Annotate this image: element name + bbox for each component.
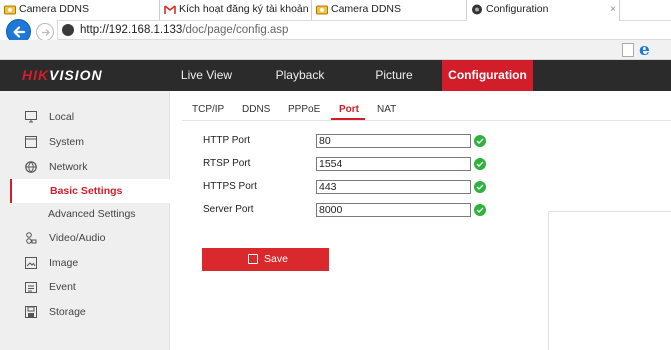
browser-tab-camera-ddns-2[interactable]: Camera DDNS [312,0,467,20]
sidebar-item-label: Local [49,111,75,123]
sidebar-item-image[interactable]: Image [10,251,170,275]
event-icon [25,282,37,293]
arrow-right-icon [42,29,50,36]
sidebar-item-storage[interactable]: Storage [10,300,170,324]
sidebar-item-label: Image [49,257,79,269]
rtsp-port-label: RTSP Port [203,158,251,169]
sidebar-item-label: Advanced Settings [48,208,136,220]
save-label: Save [264,253,288,265]
sidebar-item-label: System [49,136,85,148]
browser-tab-strip [0,40,671,60]
browser-tab-camera-ddns-1[interactable]: Camera DDNS [0,0,160,20]
https-port-valid-check-icon [474,181,486,193]
system-icon [25,136,37,148]
sidebar-item-local[interactable]: Local [10,105,170,129]
server-port-label: Server Port [203,204,254,215]
forward-button[interactable] [36,23,54,41]
sidebar-item-label: Storage [49,306,86,318]
sidebar-item-event[interactable]: Event [10,275,170,299]
hikvision-logo: HIKVISION [22,67,103,83]
url-field[interactable]: http://192.168.1.133/doc/page/config.asp [57,20,671,40]
nav-configuration[interactable]: Configuration [442,60,533,91]
nav-picture[interactable]: Picture [358,60,430,91]
sidebar-item-basic-settings[interactable]: Basic Settings [10,179,170,203]
globe-icon [25,161,37,173]
internet-explorer-icon: e [639,40,650,60]
sidebar-item-label: Video/Audio [49,232,106,244]
browser-tab-gmail[interactable]: Kích hoạt đăng ký tài khoản C... [160,0,312,20]
server-port-input[interactable]: 8000 [316,203,471,217]
floppy-disk-icon [248,254,258,264]
url-path: /doc/page/config.asp [182,24,289,36]
sidebar-item-advanced-settings[interactable]: Advanced Settings [10,202,170,226]
http-port-label: HTTP Port [203,135,251,146]
http-port-input[interactable]: 80 [316,134,471,148]
subtab-tcp-ip[interactable]: TCP/IP [192,104,224,118]
nav-playback[interactable]: Playback [263,60,337,91]
tab-label: Camera DDNS [19,3,90,15]
close-tab-icon[interactable]: × [610,0,616,19]
gmail-favicon [164,5,176,14]
subtab-divider [182,120,671,121]
image-icon [25,257,37,269]
https-port-label: HTTPS Port [203,181,257,192]
camera-favicon [4,5,16,15]
tab-label: Camera DDNS [331,3,402,15]
server-port-valid-check-icon [474,204,486,216]
https-port-input[interactable]: 443 [316,180,471,194]
nav-live-view[interactable]: Live View [170,60,243,91]
storage-icon [25,306,37,318]
monitor-icon [25,111,37,123]
active-subtab-indicator [331,118,365,120]
tab-label: Kích hoạt đăng ký tài khoản C... [179,3,311,15]
subtab-ddns[interactable]: DDNS [242,104,270,118]
video-audio-icon [26,232,37,244]
subtab-pppoe[interactable]: PPPoE [288,104,320,118]
subtab-nat[interactable]: NAT [377,104,396,118]
sidebar-item-label: Network [49,161,88,173]
rtsp-port-valid-check-icon [474,158,486,170]
sidebar-item-video-audio[interactable]: Video/Audio [10,226,170,250]
subtab-port[interactable]: Port [339,104,359,118]
sidebar-item-label: Basic Settings [50,185,123,197]
browser-tab-configuration[interactable]: Configuration × [467,0,620,21]
hikvision-favicon [472,4,482,15]
sidebar-item-label: Event [49,281,76,293]
http-port-valid-check-icon [474,135,486,147]
sidebar-item-system[interactable]: System [10,130,170,154]
blank-panel [548,211,671,350]
rtsp-port-input[interactable]: 1554 [316,157,471,171]
site-icon [62,24,74,36]
save-button[interactable]: Save [202,248,329,271]
url-host: http://192.168.1.133 [80,24,183,36]
new-tab-button[interactable] [622,43,634,57]
tab-label: Configuration [486,3,549,15]
arrow-left-icon [13,26,26,38]
camera-favicon [316,5,328,15]
sidebar-item-network[interactable]: Network [10,155,170,179]
